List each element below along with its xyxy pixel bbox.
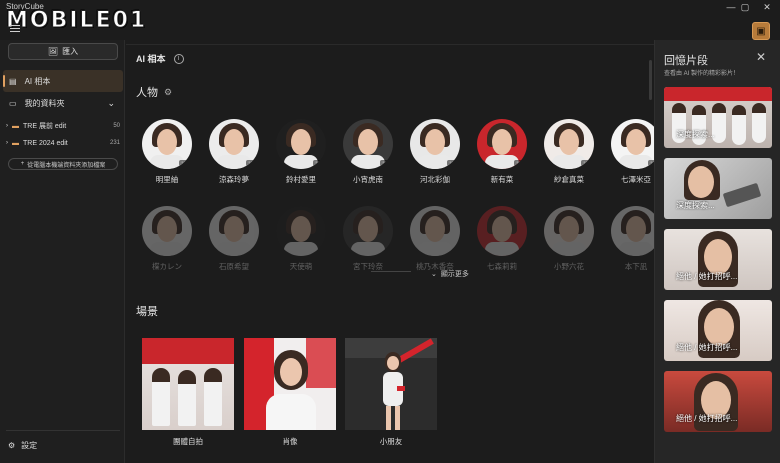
avatar <box>343 206 393 256</box>
scene-thumbnail <box>142 338 234 430</box>
person-item[interactable]: 石原希望 <box>201 206 267 272</box>
person-name: 七森莉莉 <box>487 262 517 271</box>
divider <box>126 44 654 45</box>
more-options-icon[interactable]: ··· <box>380 159 391 166</box>
minimize-button[interactable]: — <box>724 2 738 12</box>
chevron-right-icon[interactable]: › <box>6 123 8 129</box>
avatar <box>410 206 460 256</box>
show-more-button[interactable]: ⌄ 顯示更多 <box>431 269 469 279</box>
person-name: 明里紬 <box>155 175 179 184</box>
person-item[interactable]: ··· 紗倉真菜 <box>536 119 602 185</box>
add-folder-button[interactable]: + 從電腦本機端資料夾添加檔案 <box>8 158 118 170</box>
chevron-right-icon[interactable]: › <box>6 140 8 146</box>
menu-icon[interactable] <box>10 25 20 34</box>
memory-card[interactable]: 絕他 / 她打招呼... <box>664 229 772 290</box>
avatar <box>477 206 527 256</box>
more-options-icon[interactable]: ··· <box>514 159 525 166</box>
person-item[interactable]: ··· 河北彩伽 <box>402 119 468 185</box>
sidebar: 🖼 匯入 ▤ AI 相本 ▭ 我的資料夾 ⌄ › ▬ TRE 展前 edit 5… <box>0 40 125 463</box>
scene-card[interactable]: 小朋友 <box>345 338 437 447</box>
person-name: 紗倉真菜 <box>554 175 584 184</box>
main-content: AI 相本 i 人物 ⚙ ··· 明里紬 ··· 涼森玲夢 ··· 鈴村愛里 ··· 小宵虎南… <box>126 40 661 463</box>
person-item[interactable]: 小野六花 <box>536 206 602 272</box>
avatar <box>544 206 594 256</box>
panel-subtitle: 查看由 AI 製作的精彩影片！ <box>664 71 740 77</box>
person-item[interactable]: 桃乃木香奈 <box>402 206 468 272</box>
sidebar-item-ai-album[interactable]: ▤ AI 相本 <box>3 70 123 92</box>
avatar: ··· <box>410 119 460 169</box>
chevron-down-icon: ⌄ <box>431 271 437 278</box>
people-section-title: 人物 ⚙ <box>136 86 173 100</box>
watermark-logo: MOBILE01 <box>5 8 148 34</box>
memory-card[interactable]: 深度探索... <box>664 158 772 219</box>
memory-card[interactable]: 絕他 / 她打招呼... <box>664 371 772 432</box>
folder-icon: ▬ <box>12 122 19 130</box>
memory-card[interactable]: 絕他 / 她打招呼... <box>664 300 772 361</box>
memory-card[interactable]: 深度探索... <box>664 87 772 148</box>
avatar: ··· <box>142 119 192 169</box>
more-options-icon[interactable]: ··· <box>179 159 190 166</box>
sidebar-item-my-folders[interactable]: ▭ 我的資料夾 ⌄ <box>3 92 123 114</box>
settings-button[interactable]: ⚙ 設定 <box>8 440 37 451</box>
person-name: 天使萌 <box>289 262 313 271</box>
import-button[interactable]: 🖼 匯入 <box>8 43 118 60</box>
person-name: 河北彩伽 <box>420 175 450 184</box>
more-options-icon[interactable]: ··· <box>246 159 257 166</box>
more-options-icon[interactable]: ··· <box>447 159 458 166</box>
person-item[interactable]: 天使萌 <box>268 206 334 272</box>
person-item[interactable]: ··· 新有菜 <box>469 119 535 185</box>
person-item[interactable]: ··· 鈴村愛里 <box>268 119 334 185</box>
memories-toggle-icon[interactable]: ▣ <box>752 22 770 40</box>
scrollbar[interactable] <box>649 60 652 100</box>
close-window-button[interactable]: ✕ <box>760 2 774 12</box>
person-name: 石原希望 <box>219 262 249 271</box>
person-item[interactable]: 七森莉莉 <box>469 206 535 272</box>
avatar: ··· <box>544 119 594 169</box>
person-name: 涼森玲夢 <box>219 175 249 184</box>
person-item[interactable]: 楪カレン <box>134 206 200 272</box>
person-item[interactable]: ··· 小宵虎南 <box>335 119 401 185</box>
person-item[interactable]: ··· 明里紬 <box>134 119 200 185</box>
gear-icon: ⚙ <box>8 441 16 450</box>
panel-title: 回憶片段 <box>664 55 708 67</box>
folder-icon: ▬ <box>12 139 19 147</box>
person-name: 小宵虎南 <box>353 175 383 184</box>
person-item[interactable]: ··· 涼森玲夢 <box>201 119 267 185</box>
avatar: ··· <box>343 119 393 169</box>
avatar <box>142 206 192 256</box>
person-name: 鈴村愛里 <box>286 175 316 184</box>
avatar: ··· <box>477 119 527 169</box>
info-icon[interactable]: i <box>173 53 184 64</box>
chevron-down-icon[interactable]: ⌄ <box>107 98 115 109</box>
page-title: AI 相本 i <box>136 52 184 65</box>
scenes-section-title: 場景 <box>136 306 158 318</box>
folder-icon: ▭ <box>9 98 17 108</box>
folder-item[interactable]: › ▬ TRE 2024 edit 231 <box>6 136 120 150</box>
avatar: ··· <box>209 119 259 169</box>
avatar <box>276 206 326 256</box>
person-name: 楪カレン <box>152 262 182 271</box>
maximize-button[interactable]: ▢ <box>738 2 752 12</box>
person-name: 新有菜 <box>490 175 514 184</box>
avatar: ··· <box>276 119 326 169</box>
gear-icon[interactable]: ⚙ <box>164 87 172 98</box>
person-name: 小野六花 <box>554 262 584 271</box>
album-icon: ▤ <box>9 76 17 86</box>
more-options-icon[interactable]: ··· <box>313 159 324 166</box>
folder-item[interactable]: › ▬ TRE 展前 edit 50 <box>6 119 120 133</box>
memories-panel: 回憶片段 ✕ 查看由 AI 製作的精彩影片！ 深度探索... 深度探索... 絕… <box>654 40 780 463</box>
close-icon[interactable]: ✕ <box>756 50 766 64</box>
plus-icon: + <box>20 161 25 167</box>
image-icon: 🖼 <box>47 47 59 56</box>
scene-thumbnail <box>345 338 437 430</box>
person-item[interactable]: 宮下玲奈 <box>335 206 401 272</box>
scene-card[interactable]: 肖像 <box>244 338 336 447</box>
divider <box>371 271 411 272</box>
avatar <box>209 206 259 256</box>
more-options-icon[interactable]: ··· <box>581 159 592 166</box>
scene-thumbnail <box>244 338 336 430</box>
divider <box>6 430 120 431</box>
scene-card[interactable]: 團體自拍 <box>142 338 234 447</box>
